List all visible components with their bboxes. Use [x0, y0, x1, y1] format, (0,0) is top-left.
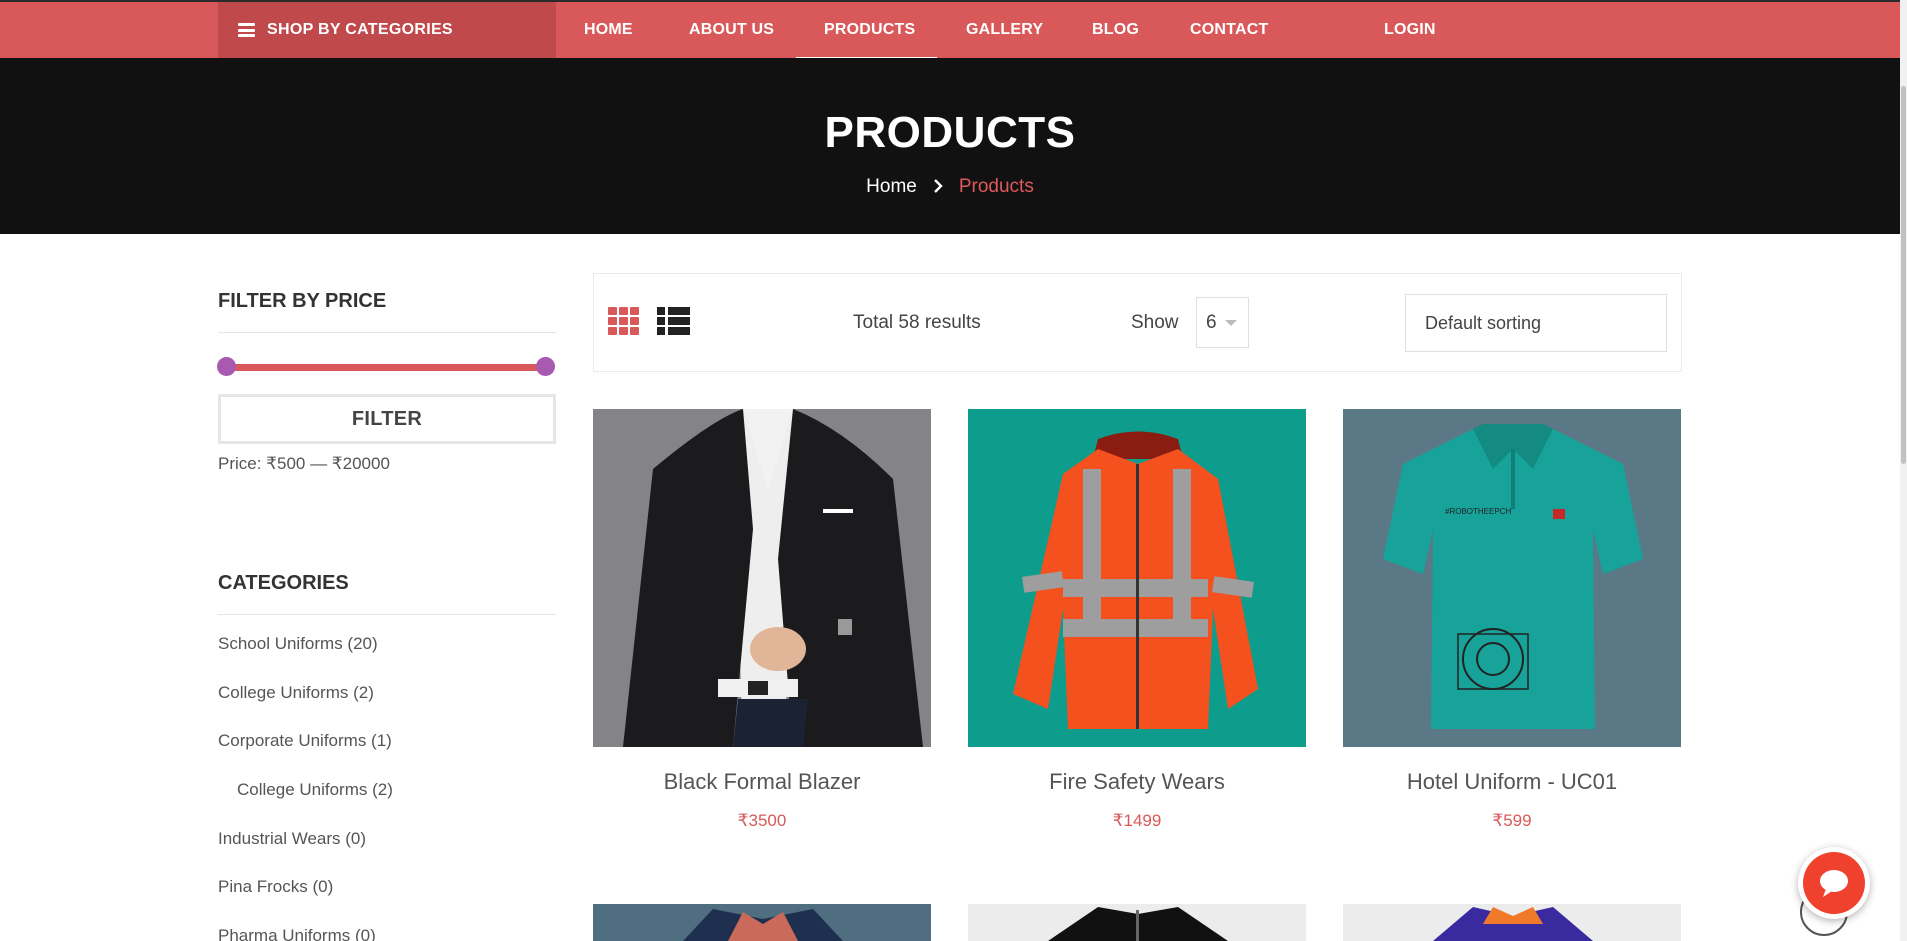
- product-name[interactable]: Black Formal Blazer: [593, 769, 931, 795]
- product-card[interactable]: Fire Safety Wears ₹1499: [968, 409, 1306, 830]
- safety-jacket-image[interactable]: [968, 409, 1306, 747]
- product-name[interactable]: Fire Safety Wears: [968, 769, 1306, 795]
- list-view-icon[interactable]: [657, 307, 690, 335]
- total-results-text: Total 58 results: [853, 312, 981, 333]
- price-range-text: Price: ₹500 — ₹20000: [218, 454, 390, 473]
- nav-about-us[interactable]: ABOUT US: [689, 2, 774, 58]
- divider: [218, 332, 556, 333]
- product-image[interactable]: [593, 904, 931, 941]
- nav-gallery[interactable]: GALLERY: [966, 2, 1043, 58]
- product-card[interactable]: #ROBOTHEEPCH Hotel Uniform - UC01 ₹599: [1343, 409, 1681, 830]
- svg-text:#ROBOTHEEPCH: #ROBOTHEEPCH: [1445, 507, 1511, 516]
- top-navigation-bar: SHOP BY CATEGORIES HOME ABOUT US PRODUCT…: [0, 0, 1900, 60]
- breadcrumb-current: Products: [958, 176, 1034, 197]
- category-link[interactable]: College Uniforms (2): [218, 683, 374, 703]
- product-card[interactable]: Black Formal Blazer ₹3500: [593, 409, 931, 830]
- shop-by-categories-button[interactable]: SHOP BY CATEGORIES: [218, 2, 556, 58]
- product-image[interactable]: [968, 904, 1306, 941]
- category-link[interactable]: School Uniforms (20): [218, 634, 378, 654]
- category-link[interactable]: Corporate Uniforms (1): [218, 731, 392, 751]
- sorting-select[interactable]: Default sorting: [1405, 294, 1667, 352]
- category-link[interactable]: Industrial Wears (0): [218, 829, 366, 849]
- nav-products[interactable]: PRODUCTS: [795, 2, 938, 60]
- product-image[interactable]: [1343, 904, 1681, 941]
- sorting-value: Default sorting: [1425, 312, 1542, 333]
- product-price: ₹1499: [1112, 811, 1162, 830]
- chevron-right-icon: [933, 177, 943, 198]
- product-price: ₹599: [1492, 811, 1532, 830]
- product-name[interactable]: Hotel Uniform - UC01: [1343, 769, 1681, 795]
- show-label: Show: [1131, 312, 1179, 333]
- grid-view-icon[interactable]: [608, 307, 640, 335]
- category-link[interactable]: Pharma Uniforms (0): [218, 926, 376, 941]
- shop-by-categories-label: SHOP BY CATEGORIES: [267, 21, 453, 38]
- nav-home[interactable]: HOME: [584, 2, 633, 58]
- chat-button[interactable]: [1798, 847, 1870, 919]
- price-slider-max-handle[interactable]: [536, 357, 555, 376]
- hamburger-menu-icon: [238, 23, 255, 37]
- scrollbar-thumb[interactable]: [1901, 86, 1906, 464]
- products-toolbar: Total 58 results Show 6 Default sorting: [593, 273, 1682, 372]
- chat-bubble-icon: [1803, 852, 1865, 914]
- caret-down-icon: [1225, 320, 1237, 326]
- category-link[interactable]: Pina Frocks (0): [218, 877, 333, 897]
- breadcrumb-home-link[interactable]: Home: [866, 176, 917, 198]
- subcategory-link[interactable]: College Uniforms (2): [237, 780, 393, 800]
- product-price: ₹3500: [737, 811, 787, 830]
- page-scrollbar[interactable]: [1900, 0, 1907, 941]
- page-hero-banner: PRODUCTS Home Products: [0, 58, 1900, 234]
- nav-blog[interactable]: BLOG: [1092, 2, 1139, 58]
- nav-contact[interactable]: CONTACT: [1190, 2, 1268, 58]
- price-slider-min-handle[interactable]: [217, 357, 236, 376]
- categories-heading: CATEGORIES: [218, 572, 349, 594]
- divider: [218, 614, 556, 615]
- price-slider-track[interactable]: [226, 364, 546, 371]
- filter-by-price-heading: FILTER BY PRICE: [218, 290, 387, 312]
- page-title: PRODUCTS: [824, 108, 1076, 157]
- polo-shirt-image[interactable]: #ROBOTHEEPCH: [1343, 409, 1681, 747]
- blazer-image[interactable]: [593, 409, 931, 747]
- show-per-page-select[interactable]: 6: [1196, 297, 1249, 348]
- nav-login[interactable]: LOGIN: [1384, 2, 1436, 58]
- show-per-page-value: 6: [1206, 311, 1217, 333]
- filter-button[interactable]: FILTER: [218, 394, 556, 444]
- breadcrumb: Home Products: [0, 176, 1900, 198]
